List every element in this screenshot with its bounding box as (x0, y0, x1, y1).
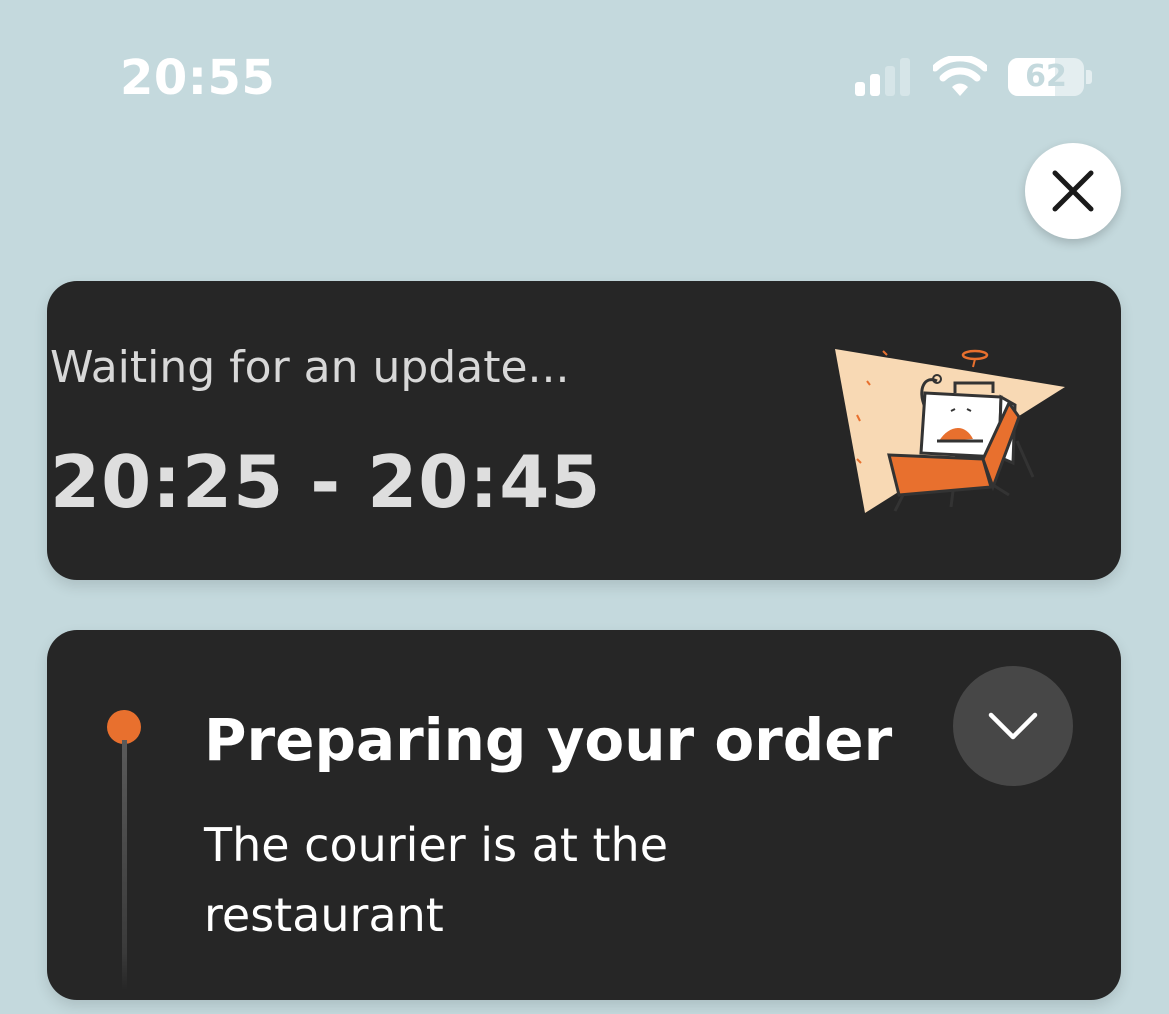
order-status-description: The courier is at the restaurant (204, 818, 668, 942)
chevron-down-icon (988, 712, 1038, 740)
status-bar-time: 20:55 (120, 50, 276, 106)
battery-level: 62 (1025, 59, 1067, 94)
eta-status-label: Waiting for an update... (50, 342, 570, 393)
expand-button[interactable] (953, 666, 1073, 786)
order-status-title: Preparing your order (204, 706, 893, 774)
battery-tip (1086, 70, 1092, 84)
battery-icon: 62 (1008, 58, 1084, 96)
delivery-box-illustration (833, 345, 1069, 517)
eta-time-range: 20:25 - 20:45 (50, 440, 602, 524)
signal-icon (855, 58, 915, 96)
close-icon (1052, 170, 1094, 212)
timeline-dot (107, 710, 141, 744)
order-status-card: Preparing your order The courier is at t… (47, 630, 1121, 1000)
timeline-line (122, 740, 127, 990)
wifi-icon (931, 54, 989, 98)
close-button[interactable] (1025, 143, 1121, 239)
